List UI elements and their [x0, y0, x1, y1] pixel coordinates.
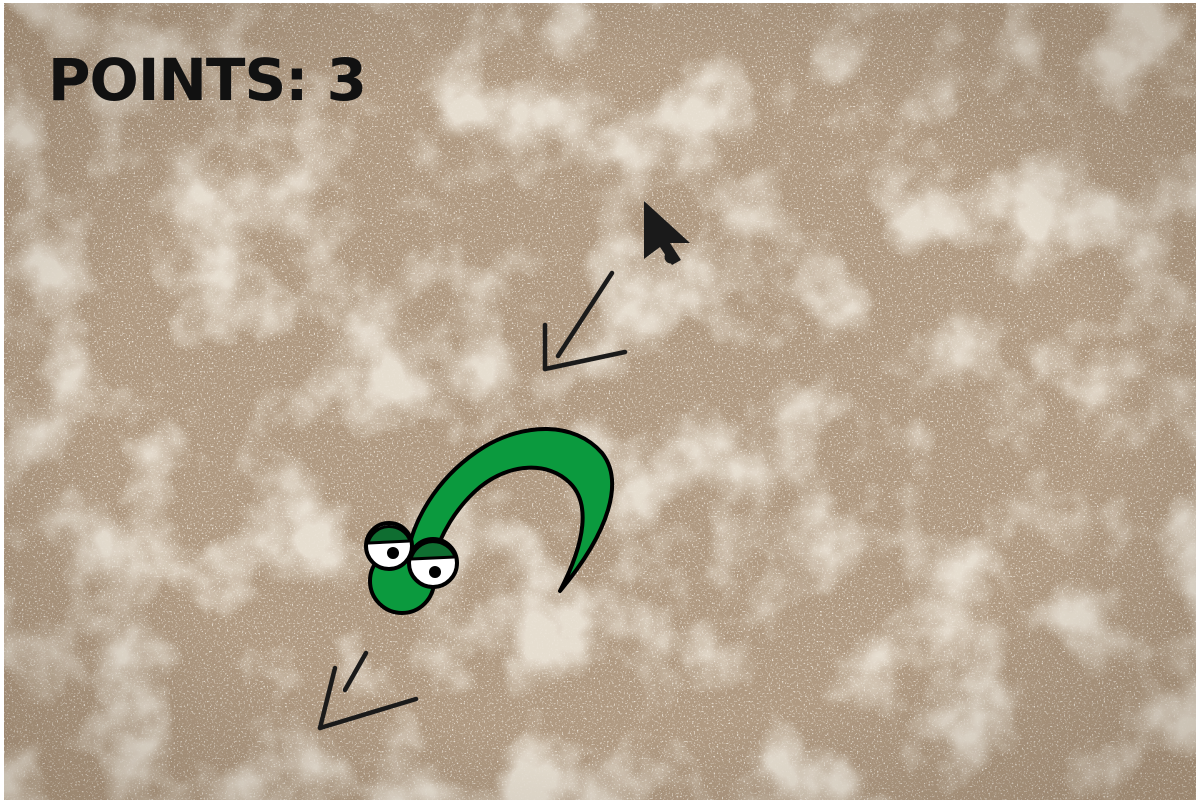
snake-eye-left [364, 521, 414, 571]
game-board[interactable]: POINTS: 3 [4, 3, 1196, 800]
snake-eye-right [407, 537, 459, 589]
play-field-canvas[interactable] [4, 3, 1196, 800]
ground-vignette [4, 3, 1196, 800]
points-counter: POINTS: 3 [48, 46, 367, 114]
